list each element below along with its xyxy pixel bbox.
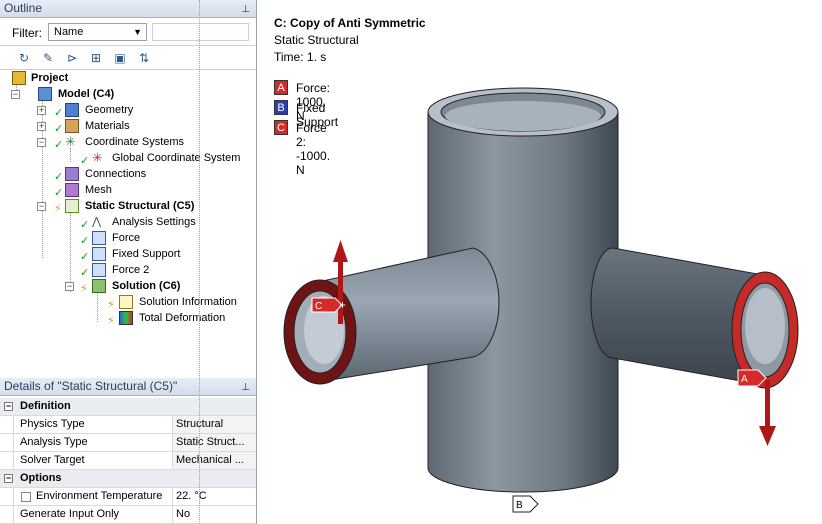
connections-icon (65, 167, 79, 181)
details-title: Details of "Static Structural (C5)" (4, 379, 178, 393)
details-row[interactable]: Solver Target Mechanical ... (0, 452, 256, 470)
fixed-support-icon (92, 247, 106, 261)
expand-icon[interactable]: + (37, 106, 46, 115)
tree-item-mesh[interactable]: ✓ Mesh (0, 182, 256, 199)
axes-icon: ✳ (65, 134, 76, 149)
tag-a-label: A (741, 374, 748, 385)
details-row[interactable]: Generate Input Only No (0, 506, 256, 524)
tree-item-materials[interactable]: + ✓ Materials (0, 118, 256, 135)
model-icon (38, 87, 52, 101)
pin-icon[interactable]: ⊥ (241, 1, 250, 18)
parameter-checkbox[interactable] (21, 492, 31, 502)
tree-item-solution-information[interactable]: ⚡ Solution Information (0, 294, 256, 311)
filter-select-value: Name (54, 26, 84, 38)
tree-item-global-coordinate-system[interactable]: ✓ ✳ Global Coordinate System (0, 150, 256, 168)
details-row[interactable]: Environment Temperature 22. °C (0, 488, 256, 506)
graphics-viewport[interactable]: C: Copy of Anti Symmetric Static Structu… (258, 0, 822, 524)
collapse-icon[interactable]: − (37, 138, 46, 147)
details-grid: − Definition Physics Type Structural Ana… (0, 398, 256, 524)
tree-item-geometry[interactable]: + ✓ Geometry (0, 102, 256, 119)
collapse-icon[interactable]: − (37, 202, 46, 211)
project-icon (12, 71, 26, 85)
tree-item-total-deformation[interactable]: ⚡ Total Deformation (0, 310, 256, 327)
mesh-icon (65, 183, 79, 197)
tag-b-label: B (516, 500, 523, 511)
model-render[interactable]: C + A B (258, 0, 822, 524)
solution-icon (92, 279, 106, 293)
filter-input[interactable] (152, 23, 249, 41)
filter-label: Filter: (12, 26, 42, 40)
sort-icon[interactable]: ⇅ (136, 50, 152, 66)
outline-toolbar: ↻ ✎ ⊳ ⊞ ▣ ⇅ (0, 46, 256, 70)
filter-bar: Filter: Name ▼ (0, 18, 256, 46)
collapse-icon[interactable]: − (11, 90, 20, 99)
info-icon (119, 295, 133, 309)
tree-item-connections[interactable]: ✓ Connections (0, 166, 256, 183)
edit-icon[interactable]: ✎ (40, 50, 56, 66)
tree-item-static-structural[interactable]: − ⚡ Static Structural (C5) (0, 198, 256, 215)
force-icon (92, 231, 106, 245)
pin-icon[interactable]: ⊥ (241, 379, 250, 396)
details-group-definition[interactable]: − Definition (0, 398, 256, 416)
tag-c-label: C (315, 301, 322, 312)
left-panel: Outline ⊥ Filter: Name ▼ ↻ ✎ ⊳ ⊞ ▣ ⇅ Pro… (0, 0, 257, 524)
fixed-support-tag: B (512, 495, 539, 513)
details-header: Details of "Static Structural (C5)" ⊥ (0, 378, 256, 396)
expand-icon[interactable]: + (37, 122, 46, 131)
force-icon (92, 263, 106, 277)
collapse-icon[interactable]: − (4, 474, 13, 483)
tree-item-solution[interactable]: − ⚡ Solution (C6) (0, 278, 256, 295)
details-row[interactable]: Analysis Type Static Struct... (0, 434, 256, 452)
lightning-icon: ⚡ (107, 315, 115, 327)
tree-item-fixed-support[interactable]: ✓ Fixed Support (0, 246, 256, 263)
expand-all-icon[interactable]: ⊞ (88, 50, 104, 66)
details-group-options[interactable]: − Options (0, 470, 256, 488)
refresh-icon[interactable]: ↻ (16, 50, 32, 66)
details-row[interactable]: Physics Type Structural (0, 416, 256, 434)
settings-icon: ⋀ (92, 216, 102, 228)
right-branch (590, 247, 799, 389)
materials-icon (65, 119, 79, 133)
tree-item-coordinate-systems[interactable]: − ✓ ✳ Coordinate Systems (0, 134, 256, 151)
outline-title: Outline (4, 1, 43, 15)
splitter-guide (199, 0, 200, 524)
tree-item-project[interactable]: Project (0, 70, 256, 86)
chevron-down-icon: ▼ (133, 27, 142, 37)
deformation-icon (119, 311, 133, 325)
tree-item-model[interactable]: − Model (C4) (0, 86, 256, 102)
tree-item-force-2[interactable]: ✓ Force 2 (0, 262, 256, 279)
folder-icon[interactable]: ▣ (112, 50, 128, 66)
geometry-icon (65, 103, 79, 117)
outline-tree: Project − Model (C4) + ✓ Geometry + ✓ Ma… (0, 70, 256, 378)
svg-text:+: + (339, 298, 346, 312)
axes-icon: ✳ (92, 150, 103, 165)
tree-filter-icon[interactable]: ⊳ (64, 50, 80, 66)
tree-item-analysis-settings[interactable]: ✓ ⋀ Analysis Settings (0, 214, 256, 231)
filter-select[interactable]: Name ▼ (48, 23, 147, 41)
analysis-icon (65, 199, 79, 213)
outline-header: Outline ⊥ (0, 0, 256, 18)
collapse-icon[interactable]: − (4, 402, 13, 411)
collapse-icon[interactable]: − (65, 282, 74, 291)
tree-item-force[interactable]: ✓ Force (0, 230, 256, 247)
